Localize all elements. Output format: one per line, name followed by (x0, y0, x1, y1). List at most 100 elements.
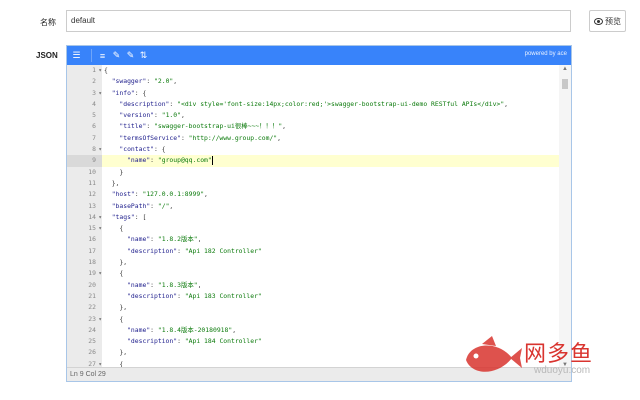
code-line[interactable]: "basePath": "/", (102, 201, 560, 212)
sort-icon[interactable]: ⇅ (136, 48, 151, 63)
line-number: 26 (88, 348, 96, 357)
code-line[interactable]: "name": "1.8.3版本", (102, 280, 560, 291)
json-punct: , (173, 77, 178, 86)
line-gutter: 1234567891011121314151617181920212223242… (67, 65, 102, 369)
code-line[interactable]: "info": { (102, 88, 560, 99)
line-number[interactable]: 8 (67, 144, 102, 156)
toolbar-separator (91, 49, 92, 62)
json-key: "termsOfService" (104, 133, 181, 142)
code-line[interactable]: "termsOfService": "http://www.group.com/… (102, 133, 560, 144)
powered-by-ace[interactable]: powered by ace (525, 51, 567, 57)
json-punct: : (150, 280, 158, 289)
repair-icon[interactable]: ✎ (109, 48, 124, 63)
code-line[interactable]: "description": "Api 183 Controller" (102, 291, 560, 302)
json-string: "swagger-bootstrap-ui很棒~~~！！！" (154, 122, 283, 131)
json-punct: , (197, 235, 202, 244)
json-string: "Api 182 Controller" (184, 246, 262, 255)
json-string: "2.0" (154, 77, 174, 86)
json-punct: : (169, 99, 178, 108)
code-line[interactable]: "host": "127.0.0.1:8999", (102, 189, 560, 200)
code-line[interactable]: }, (102, 302, 560, 313)
json-punct: : (177, 246, 185, 255)
json-key: "title" (104, 122, 147, 131)
json-key: "host" (104, 190, 135, 199)
line-number[interactable]: 1 (67, 65, 102, 77)
code-line[interactable]: "description": "<div style='font-size:14… (102, 99, 560, 110)
code-line[interactable]: { (102, 314, 560, 325)
vertical-scrollbar[interactable]: ▲ ▼ (559, 65, 571, 369)
compact-icon[interactable]: ☰ (69, 48, 84, 63)
json-string: "<div style='font-size:14px;color:red;'>… (177, 99, 505, 108)
line-number[interactable]: 14 (67, 212, 102, 224)
json-punct: , (232, 325, 237, 334)
json-key: "description" (104, 337, 178, 346)
code-line[interactable]: { (102, 268, 560, 279)
text-cursor (211, 155, 213, 165)
line-number[interactable]: 15 (67, 223, 102, 235)
code-line[interactable]: "tags": [ (102, 212, 560, 223)
json-key: "basePath" (104, 201, 151, 210)
code-line[interactable]: "swagger": "2.0", (102, 76, 560, 87)
line-number: 25 (88, 337, 96, 346)
editor-toolbar: ☰ ≡ ✎ ✎ ⇅ powered by ace (67, 46, 571, 65)
line-number[interactable]: 23 (67, 314, 102, 326)
line-number[interactable]: 3 (67, 88, 102, 100)
json-key: "contact" (104, 145, 155, 154)
code-line[interactable]: { (102, 65, 560, 76)
json-string: "Api 183 Controller" (184, 291, 262, 300)
code-line[interactable]: "version": "1.0", (102, 110, 560, 121)
json-punct: , (204, 190, 208, 199)
json-key: "swagger" (104, 77, 147, 86)
format-icon[interactable]: ≡ (95, 48, 110, 63)
preview-button[interactable]: 预览 (589, 10, 626, 32)
name-input[interactable]: default (66, 10, 571, 32)
json-punct: : (150, 325, 158, 334)
code-line[interactable]: }, (102, 178, 560, 189)
code-line[interactable]: "name": "1.8.2版本", (102, 234, 560, 245)
json-string: "Api 184 Controller" (184, 337, 262, 346)
code-line[interactable]: }, (102, 257, 560, 268)
json-string: "1.8.3版本" (157, 280, 198, 289)
json-key: "name" (104, 235, 151, 244)
json-string: "/" (157, 201, 170, 210)
json-punct: : { (134, 88, 147, 97)
name-label: 名称 (40, 18, 56, 27)
line-number: 12 (88, 190, 96, 199)
code-line[interactable]: "title": "swagger-bootstrap-ui很棒~~~！！！", (102, 121, 560, 132)
code-line[interactable]: { (102, 223, 560, 234)
eye-icon (594, 17, 603, 25)
code-area[interactable]: { "swagger": "2.0", "info": { "descripti… (102, 65, 560, 369)
json-key: "version" (104, 111, 155, 120)
code-line[interactable]: "name": "group@qq.com" (102, 155, 560, 167)
json-punct: }, (104, 258, 128, 267)
scrollbar-thumb[interactable] (562, 79, 568, 89)
json-string: "1.8.2版本" (157, 235, 198, 244)
scroll-up-icon[interactable]: ▲ (562, 66, 568, 72)
json-punct: : { (154, 145, 166, 154)
json-punct: , (169, 201, 174, 210)
line-number[interactable]: 19 (67, 268, 102, 280)
line-number: 5 (92, 111, 96, 120)
json-punct: { (104, 66, 108, 74)
line-number: 13 (88, 201, 96, 210)
json-punct: }, (104, 303, 128, 312)
json-punct: } (104, 167, 124, 176)
json-editor[interactable]: ☰ ≡ ✎ ✎ ⇅ powered by ace 123456789101112… (66, 45, 572, 382)
code-line[interactable]: "description": "Api 182 Controller" (102, 246, 560, 257)
line-number: 2 (92, 77, 96, 86)
json-string: "group@qq.com" (157, 156, 212, 165)
line-number: 11 (88, 178, 96, 187)
line-number: 18 (88, 258, 96, 267)
json-string: "1.8.4版本-20180918" (157, 325, 233, 334)
code-line[interactable]: "contact": { (102, 144, 560, 155)
json-punct: { (104, 314, 124, 323)
code-line[interactable]: } (102, 167, 560, 178)
json-punct: { (104, 224, 124, 233)
line-number: 7 (92, 133, 96, 142)
json-key: "info" (104, 88, 135, 97)
json-string: "http://www.group.com/" (188, 133, 278, 142)
line-number: 16 (88, 235, 96, 244)
json-punct: : (150, 156, 158, 165)
json-key: "description" (104, 99, 170, 108)
json-punct: }, (104, 348, 128, 357)
